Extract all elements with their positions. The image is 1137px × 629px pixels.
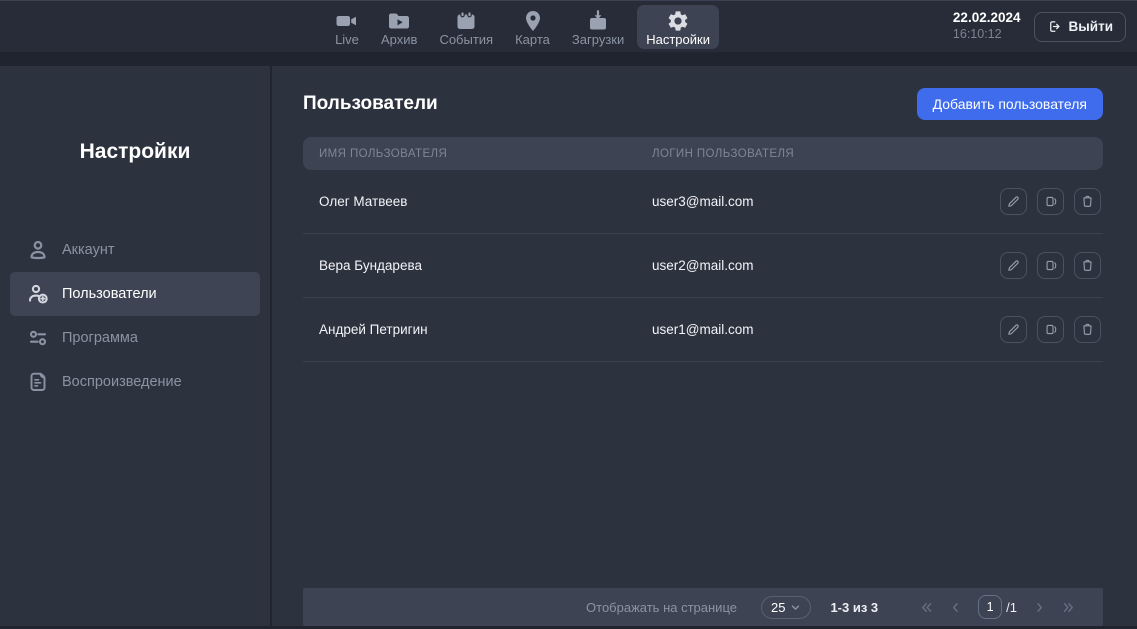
tab-live[interactable]: Live bbox=[326, 5, 368, 49]
chevron-right-icon bbox=[1032, 600, 1047, 615]
prev-page-button[interactable] bbox=[941, 595, 970, 619]
table-row: Андрей Петригин user1@mail.com bbox=[303, 298, 1103, 362]
sidebar-item-account[interactable]: Аккаунт bbox=[10, 228, 260, 272]
copy-user-button[interactable] bbox=[1037, 252, 1064, 279]
sidebar-item-account-label: Аккаунт bbox=[62, 242, 114, 258]
copy-icon bbox=[1043, 194, 1058, 209]
delete-user-button[interactable] bbox=[1074, 188, 1101, 215]
page-title: Пользователи bbox=[303, 93, 438, 115]
tab-events[interactable]: События bbox=[430, 5, 502, 49]
column-header-login: ЛОГИН ПОЛЬЗОВАТЕЛЯ bbox=[652, 148, 1103, 160]
tab-settings-label: Настройки bbox=[646, 33, 710, 46]
settings-sidebar: Настройки Аккаунт Пользователи Программа bbox=[0, 66, 270, 626]
add-user-button[interactable]: Добавить пользователя bbox=[917, 88, 1103, 120]
logout-label: Выйти bbox=[1069, 19, 1114, 34]
sidebar-item-playback-label: Воспроизведение bbox=[62, 374, 182, 390]
tab-archive[interactable]: Архив bbox=[372, 5, 426, 49]
current-date: 22.02.2024 bbox=[953, 10, 1021, 27]
table-row: Вера Бундарева user2@mail.com bbox=[303, 234, 1103, 298]
current-time: 16:10:12 bbox=[953, 27, 1002, 43]
double-chevron-left-icon bbox=[919, 600, 934, 615]
user-icon bbox=[26, 238, 50, 262]
topbar: Live Архив События Карта Загрузки bbox=[0, 0, 1137, 52]
map-pin-icon bbox=[521, 9, 545, 33]
tab-events-label: События bbox=[439, 33, 493, 46]
tab-map[interactable]: Карта bbox=[506, 5, 559, 49]
copy-user-button[interactable] bbox=[1037, 316, 1064, 343]
tab-live-label: Live bbox=[335, 33, 359, 46]
logout-icon bbox=[1047, 19, 1062, 34]
per-page-label: Отображать на странице bbox=[586, 600, 737, 615]
pencil-icon bbox=[1006, 258, 1021, 273]
first-page-button[interactable] bbox=[912, 595, 941, 619]
column-header-name: ИМЯ ПОЛЬЗОВАТЕЛЯ bbox=[303, 148, 652, 160]
total-pages-text: /1 bbox=[1006, 600, 1017, 615]
chevron-left-icon bbox=[948, 600, 963, 615]
delete-user-button[interactable] bbox=[1074, 316, 1101, 343]
tab-archive-label: Архив bbox=[381, 33, 417, 46]
sidebar-title: Настройки bbox=[0, 140, 270, 163]
sidebar-item-program[interactable]: Программа bbox=[10, 316, 260, 360]
copy-icon bbox=[1043, 258, 1058, 273]
user-add-icon bbox=[26, 282, 50, 306]
sidebar-item-program-label: Программа bbox=[62, 330, 138, 346]
chevron-down-icon bbox=[790, 602, 801, 613]
last-page-button[interactable] bbox=[1054, 595, 1083, 619]
edit-user-button[interactable] bbox=[1000, 316, 1027, 343]
topbar-gap bbox=[0, 52, 1137, 66]
trash-icon bbox=[1080, 322, 1095, 337]
current-page-box[interactable]: 1 bbox=[978, 595, 1002, 619]
trash-icon bbox=[1080, 194, 1095, 209]
copy-icon bbox=[1043, 322, 1058, 337]
user-name: Вера Бундарева bbox=[303, 258, 652, 273]
user-name: Олег Матвеев bbox=[303, 194, 652, 209]
sidebar-item-users[interactable]: Пользователи bbox=[10, 272, 260, 316]
sidebar-menu: Аккаунт Пользователи Программа Воспроизв… bbox=[0, 228, 270, 404]
top-navigation: Live Архив События Карта Загрузки bbox=[326, 1, 719, 53]
copy-user-button[interactable] bbox=[1037, 188, 1064, 215]
topbar-right: 22.02.2024 16:10:12 Выйти bbox=[953, 10, 1137, 43]
next-page-button[interactable] bbox=[1025, 595, 1054, 619]
user-name: Андрей Петригин bbox=[303, 322, 652, 337]
pencil-icon bbox=[1006, 322, 1021, 337]
table-row: Олег Матвеев user3@mail.com bbox=[303, 170, 1103, 234]
document-icon bbox=[26, 370, 50, 394]
sliders-icon bbox=[26, 326, 50, 350]
trash-icon bbox=[1080, 258, 1095, 273]
user-login: user2@mail.com bbox=[652, 258, 1000, 273]
tab-downloads[interactable]: Загрузки bbox=[563, 5, 633, 49]
delete-user-button[interactable] bbox=[1074, 252, 1101, 279]
user-login: user3@mail.com bbox=[652, 194, 1000, 209]
sidebar-item-users-label: Пользователи bbox=[62, 286, 157, 302]
pencil-icon bbox=[1006, 194, 1021, 209]
per-page-select[interactable]: 25 bbox=[761, 596, 811, 619]
tab-settings[interactable]: Настройки bbox=[637, 5, 719, 49]
user-login: user1@mail.com bbox=[652, 322, 1000, 337]
table-header: ИМЯ ПОЛЬЗОВАТЕЛЯ ЛОГИН ПОЛЬЗОВАТЕЛЯ bbox=[303, 137, 1103, 170]
video-camera-icon bbox=[335, 9, 359, 33]
edit-user-button[interactable] bbox=[1000, 252, 1027, 279]
gear-icon bbox=[666, 9, 690, 33]
edit-user-button[interactable] bbox=[1000, 188, 1027, 215]
users-panel: Пользователи Добавить пользователя ИМЯ П… bbox=[272, 66, 1137, 626]
pagination-bar: Отображать на странице 25 1-3 из 3 1 /1 bbox=[303, 588, 1103, 626]
archive-folder-icon bbox=[387, 9, 411, 33]
double-chevron-right-icon bbox=[1061, 600, 1076, 615]
per-page-value: 25 bbox=[771, 600, 785, 615]
sidebar-item-playback[interactable]: Воспроизведение bbox=[10, 360, 260, 404]
range-text: 1-3 из 3 bbox=[830, 600, 878, 615]
download-icon bbox=[586, 9, 610, 33]
tab-downloads-label: Загрузки bbox=[572, 33, 624, 46]
tab-map-label: Карта bbox=[515, 33, 550, 46]
logout-button[interactable]: Выйти bbox=[1034, 12, 1127, 42]
calendar-icon bbox=[454, 9, 478, 33]
datetime: 22.02.2024 16:10:12 bbox=[953, 10, 1021, 43]
